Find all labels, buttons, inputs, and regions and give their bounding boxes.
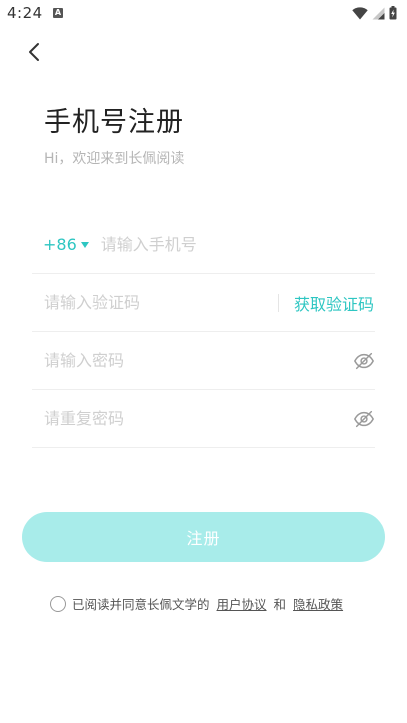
- password-input[interactable]: [44, 340, 353, 381]
- a-icon: A: [53, 8, 63, 18]
- code-row: 获取验证码: [32, 274, 375, 332]
- back-button[interactable]: [20, 38, 48, 66]
- battery-icon: [389, 6, 397, 20]
- eye-off-icon[interactable]: [353, 350, 375, 372]
- page-subtitle: Hi，欢迎来到长佩阅读: [44, 151, 185, 167]
- eye-off-icon[interactable]: [353, 408, 375, 430]
- agree-checkbox[interactable]: [50, 595, 66, 612]
- register-form: +86 获取验证码: [32, 216, 375, 448]
- register-button[interactable]: 注册: [22, 512, 385, 562]
- verification-code-input[interactable]: [44, 282, 278, 323]
- agreement-text: 已阅读并同意长佩文学的: [72, 597, 210, 612]
- get-code-button[interactable]: 获取验证码: [294, 291, 374, 315]
- agreement-and: 和: [273, 597, 287, 612]
- status-time: 4:24: [7, 4, 43, 22]
- phone-row: +86: [32, 216, 375, 274]
- password-row: [32, 332, 375, 390]
- confirm-password-input[interactable]: [44, 398, 353, 439]
- privacy-policy-link[interactable]: 隐私政策: [293, 594, 343, 613]
- agreement: 已阅读并同意长佩文学的 用户协议 和 隐私政策: [50, 594, 350, 613]
- user-agreement-link[interactable]: 用户协议: [217, 594, 267, 613]
- phone-input[interactable]: [100, 224, 375, 265]
- status-bar: 4:24 A: [0, 0, 407, 28]
- divider: [277, 293, 279, 312]
- caret-down-icon: [80, 241, 89, 248]
- country-code: +86: [43, 235, 77, 254]
- confirm-password-row: [32, 390, 375, 448]
- status-icons: [352, 5, 397, 21]
- signal-icon: [372, 7, 385, 19]
- country-code-selector[interactable]: +86: [43, 235, 89, 254]
- wifi-icon: [352, 6, 368, 20]
- page-title: 手机号注册: [44, 107, 184, 138]
- chevron-left-icon: [29, 43, 39, 61]
